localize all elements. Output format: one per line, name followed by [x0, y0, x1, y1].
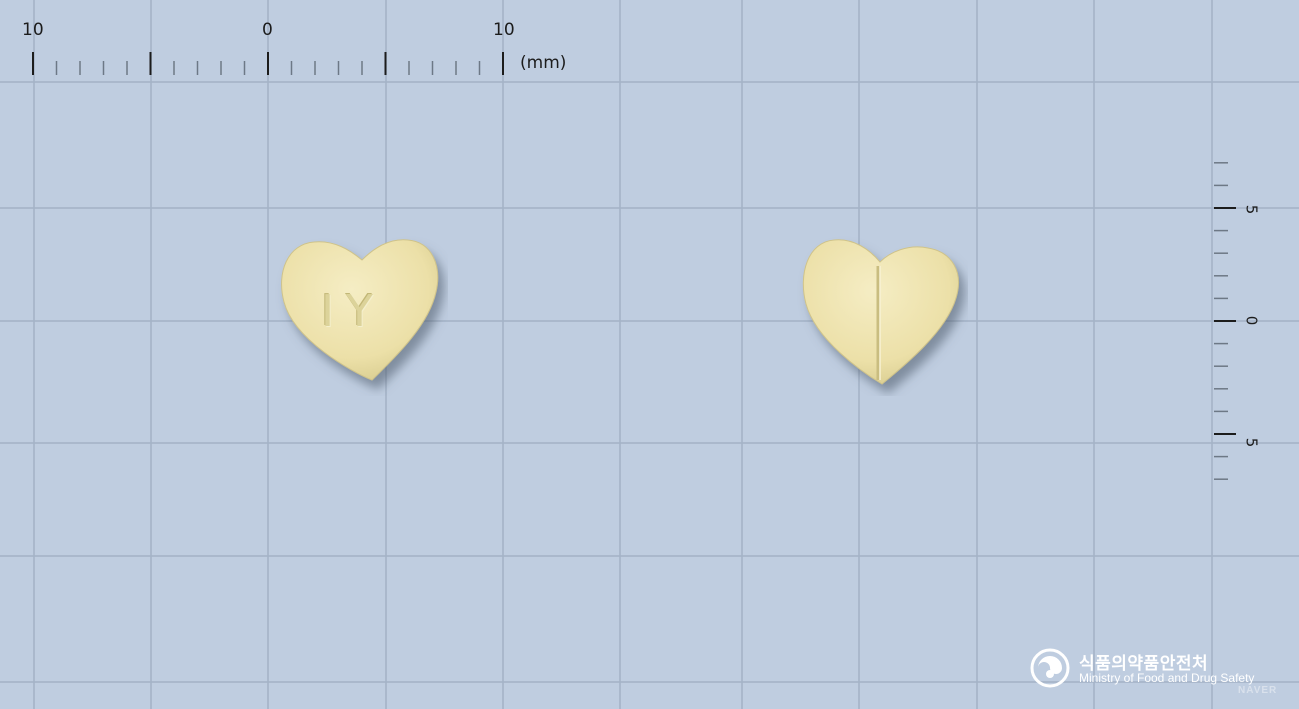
- grid-lines: [0, 0, 1299, 709]
- ruler-top-label-left: 10: [22, 20, 44, 40]
- ruler-top-label-right: 10: [493, 20, 515, 40]
- measurement-grid: [0, 0, 1299, 709]
- provider-watermark: NAVER: [1238, 685, 1278, 696]
- ruler-right-label-bottom: 5: [1242, 437, 1261, 448]
- ruler-right: [1214, 162, 1236, 480]
- agency-name-english: Ministry of Food and Drug Safety: [1079, 671, 1255, 685]
- ruler-unit: (mm): [520, 53, 567, 73]
- agency-logo-icon: [1030, 648, 1070, 688]
- pill-back-body: [802, 239, 959, 385]
- ruler-right-label-top: 5: [1242, 204, 1261, 215]
- pill-imprint: IY: [321, 286, 385, 337]
- ruler-top-label-center: 0: [262, 20, 273, 40]
- ruler-top: [32, 52, 504, 75]
- ruler-right-label-center: 0: [1242, 315, 1261, 326]
- pill-back: [802, 239, 959, 385]
